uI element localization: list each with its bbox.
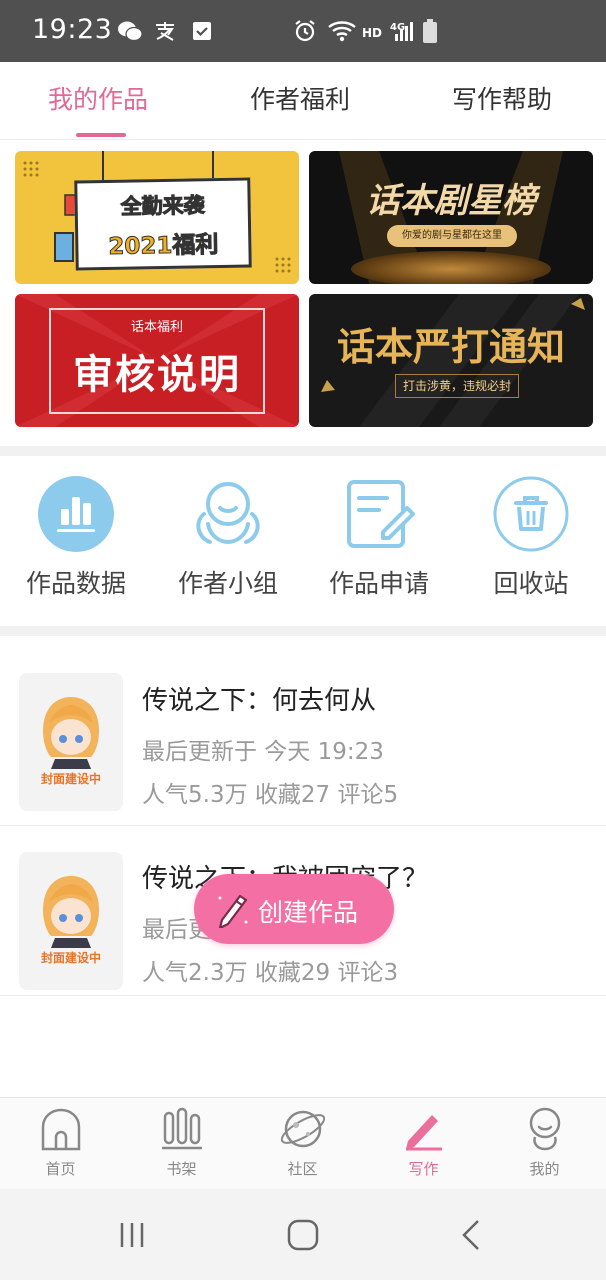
section-divider (0, 446, 606, 456)
avatar (43, 876, 99, 948)
home-button-icon[interactable] (281, 1213, 325, 1257)
nav-write-label: 写作 (408, 1160, 439, 1178)
nav-bookshelf-label: 书架 (166, 1160, 197, 1178)
group-icon (188, 474, 268, 554)
quick-action-recycle-bin[interactable]: 回收站 (461, 474, 601, 604)
edit-form-icon (339, 474, 419, 554)
alarm-icon (292, 18, 318, 44)
tab-my-works[interactable]: 我的作品 (48, 80, 148, 116)
recent-apps-icon[interactable] (110, 1213, 154, 1257)
banner-b1-line2: 2021福利 (108, 232, 219, 261)
trash-icon (491, 474, 571, 554)
battery-icon (420, 18, 440, 44)
work-list-item[interactable]: 封面建设中 传说之下：何去何从 最后更新于 今天 19:23 人气5.3万 收藏… (0, 668, 606, 826)
tab-indicator (76, 133, 126, 137)
work-title: 传说之下：何去何从 (142, 686, 377, 716)
banner-drama-star-ranking[interactable]: 话本剧星榜 你爱的剧与星都在这里 (309, 151, 593, 284)
banner-attendance-bonus[interactable]: 全勤来袭 2021福利 (15, 151, 299, 284)
avatar (43, 697, 99, 769)
planet-icon (280, 1106, 326, 1152)
stage-decoration (351, 251, 551, 284)
profile-icon (522, 1106, 568, 1152)
alipay-icon (152, 18, 178, 44)
nav-community-label: 社区 (287, 1160, 318, 1178)
banner-b4-title: 话本严打通知 (336, 325, 565, 369)
quick-action-author-group[interactable]: 作者小组 (158, 474, 298, 604)
banner-b2-subtitle: 你爱的剧与星都在这里 (387, 225, 517, 247)
nav-home[interactable]: 首页 (0, 1106, 121, 1186)
work-updated-time: 最后更新于 今天 19:23 (142, 739, 384, 765)
status-bar: 19:23 HD 4G (0, 0, 606, 62)
nav-bookshelf[interactable]: 书架 (121, 1106, 242, 1186)
check-box-icon (190, 18, 214, 44)
create-work-button[interactable]: 创建作品 (194, 874, 394, 944)
nav-profile-label: 我的 (529, 1160, 560, 1178)
wechat-icon (116, 18, 144, 44)
home-icon (38, 1106, 84, 1152)
work-stats: 人气5.3万 收藏27 评论5 (142, 782, 399, 808)
pencil-icon (401, 1106, 447, 1152)
nav-home-label: 首页 (45, 1160, 76, 1178)
status-time: 19:23 (32, 14, 113, 45)
banner-b3-caption: 话本福利 (130, 320, 183, 335)
banner-crackdown-notice[interactable]: 话本严打通知 打击涉黄，违规必封 (309, 294, 593, 427)
cover-placeholder-label: 封面建设中 (40, 951, 101, 965)
section-divider (0, 626, 606, 636)
quick-action-label: 回收站 (493, 569, 569, 598)
banner-b1-line1: 全勤来袭 (120, 193, 205, 219)
create-work-label: 创建作品 (258, 898, 359, 927)
quick-action-label: 作者小组 (177, 569, 278, 598)
tab-writing-help[interactable]: 写作帮助 (452, 80, 552, 116)
quick-action-work-data[interactable]: 作品数据 (6, 474, 146, 604)
work-stats: 人气2.3万 收藏29 评论3 (142, 960, 399, 986)
work-cover[interactable]: 封面建设中 (19, 673, 123, 811)
quick-action-label: 作品数据 (25, 569, 126, 598)
quick-action-label: 作品申请 (328, 569, 429, 598)
nav-profile[interactable]: 我的 (484, 1106, 605, 1186)
work-cover[interactable]: 封面建设中 (19, 852, 123, 990)
banner-b3-title: 审核说明 (73, 352, 241, 398)
quick-action-work-application[interactable]: 作品申请 (309, 474, 449, 604)
banner-b4-subtitle: 打击涉黄，违规必封 (395, 374, 519, 398)
pencil-icon (216, 890, 250, 932)
banner-b2-title: 话本剧星榜 (366, 181, 536, 221)
back-icon[interactable] (450, 1213, 494, 1257)
nav-community[interactable]: 社区 (242, 1106, 363, 1186)
hd-indicator: HD (362, 26, 383, 40)
bar-chart-icon (36, 474, 116, 554)
tab-author-benefits[interactable]: 作者福利 (250, 80, 350, 116)
nav-write[interactable]: 写作 (363, 1106, 484, 1186)
top-tabs: 我的作品 作者福利 写作帮助 (0, 62, 606, 140)
wifi-icon (326, 18, 358, 44)
banner-card: 全勤来袭 2021福利 (74, 177, 252, 271)
system-navigation-bar (0, 1189, 606, 1280)
signal-icon (392, 18, 416, 44)
bottom-navigation: 首页 书架 社区 写作 我的 (0, 1097, 606, 1189)
banner-review-guide[interactable]: 话本福利 审核说明 (15, 294, 299, 427)
bookshelf-icon (159, 1106, 205, 1152)
cover-placeholder-label: 封面建设中 (40, 772, 101, 786)
